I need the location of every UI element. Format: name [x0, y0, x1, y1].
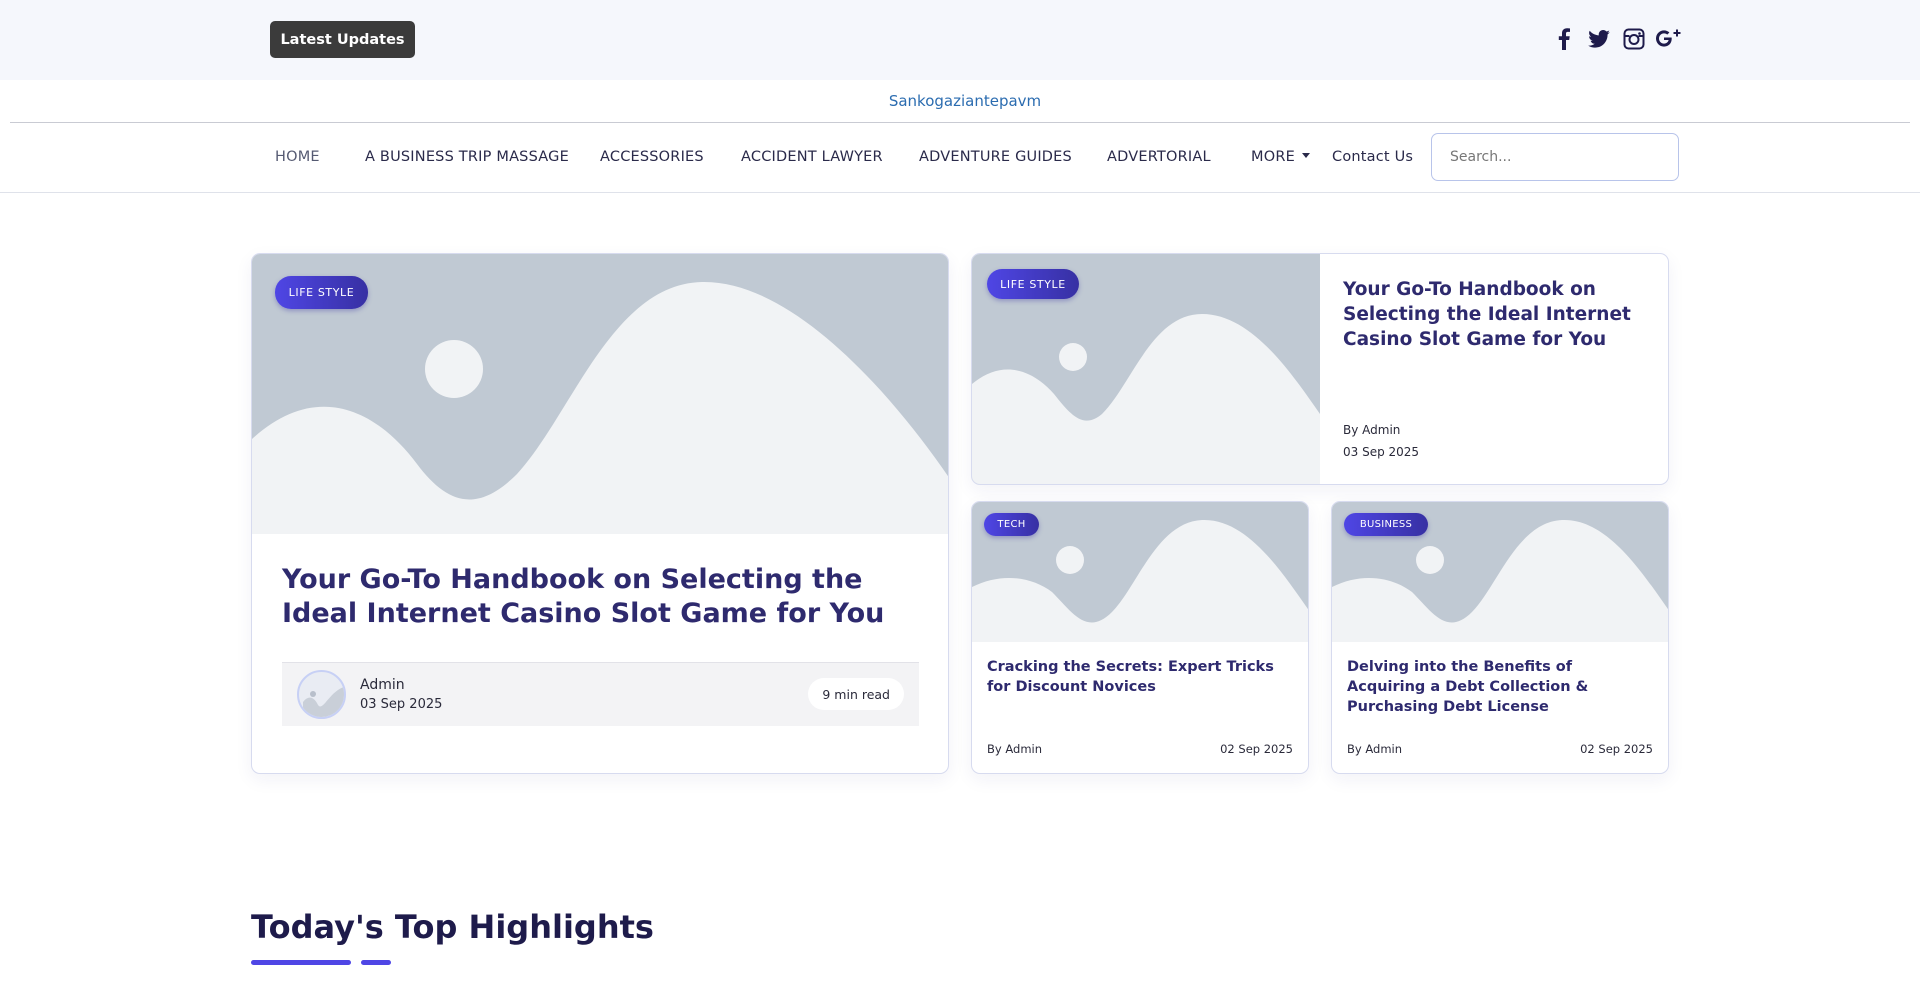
- category-badge[interactable]: BUSINESS: [1344, 513, 1428, 536]
- nav-more-label: MORE: [1251, 149, 1295, 165]
- main-nav: HOME A BUSINESS TRIP MASSAGE ACCESSORIES…: [0, 123, 1920, 193]
- google-plus-icon[interactable]: [1656, 26, 1682, 52]
- author-name[interactable]: Admin: [360, 677, 405, 693]
- post-date: 03 Sep 2025: [1343, 445, 1420, 459]
- category-badge[interactable]: TECH: [984, 513, 1039, 536]
- featured-side-card[interactable]: LIFE STYLE Your Go-To Handbook on Select…: [971, 253, 1669, 485]
- nav-item-more[interactable]: MORE: [1251, 149, 1310, 165]
- nav-item-business-trip-massage[interactable]: A BUSINESS TRIP MASSAGE: [365, 149, 569, 165]
- featured-side-title[interactable]: Your Go-To Handbook on Selecting the Ide…: [1343, 277, 1643, 352]
- chevron-down-icon: [1301, 153, 1310, 158]
- category-badge[interactable]: LIFE STYLE: [987, 269, 1079, 299]
- featured-main-title[interactable]: Your Go-To Handbook on Selecting the Ide…: [282, 563, 922, 631]
- post-date: 02 Sep 2025: [1220, 742, 1293, 756]
- nav-item-home[interactable]: HOME: [275, 149, 320, 165]
- latest-updates-button[interactable]: Latest Updates: [270, 21, 415, 58]
- nav-item-adventure-guides[interactable]: ADVENTURE GUIDES: [919, 149, 1072, 165]
- post-author: By Admin: [1347, 742, 1403, 756]
- post-date: 03 Sep 2025: [360, 697, 443, 712]
- nav-item-contact-us[interactable]: Contact Us: [1332, 149, 1413, 165]
- post-author: By Admin: [1343, 423, 1401, 437]
- top-bar: Latest Updates: [0, 0, 1920, 80]
- post-date: 02 Sep 2025: [1580, 742, 1653, 756]
- post-card-business[interactable]: BUSINESS Delving into the Benefits of Ac…: [1331, 501, 1669, 774]
- read-time-badge: 9 min read: [808, 678, 904, 710]
- category-badge[interactable]: LIFE STYLE: [275, 276, 368, 309]
- avatar: [297, 670, 346, 719]
- facebook-icon[interactable]: [1551, 26, 1577, 52]
- search-input[interactable]: [1431, 133, 1679, 181]
- featured-main-card[interactable]: LIFE STYLE Your Go-To Handbook on Select…: [251, 253, 949, 774]
- title-underline: [361, 960, 391, 965]
- divider: [0, 192, 1920, 193]
- site-name-link[interactable]: Sankogaziantepavm: [0, 92, 1920, 110]
- nav-item-accident-lawyer[interactable]: ACCIDENT LAWYER: [741, 149, 883, 165]
- title-underline: [251, 960, 351, 965]
- post-card-title[interactable]: Cracking the Secrets: Expert Tricks for …: [987, 657, 1287, 697]
- nav-item-advertorial[interactable]: ADVERTORIAL: [1107, 149, 1211, 165]
- post-card-tech[interactable]: TECH Cracking the Secrets: Expert Tricks…: [971, 501, 1309, 774]
- nav-item-accessories[interactable]: ACCESSORIES: [600, 149, 704, 165]
- post-card-title[interactable]: Delving into the Benefits of Acquiring a…: [1347, 657, 1652, 717]
- instagram-icon[interactable]: [1621, 26, 1647, 52]
- section-title: Today's Top Highlights: [251, 908, 654, 946]
- author-box: Admin 03 Sep 2025 9 min read: [282, 662, 919, 726]
- twitter-icon[interactable]: [1586, 26, 1612, 52]
- post-author: By Admin: [987, 742, 1043, 756]
